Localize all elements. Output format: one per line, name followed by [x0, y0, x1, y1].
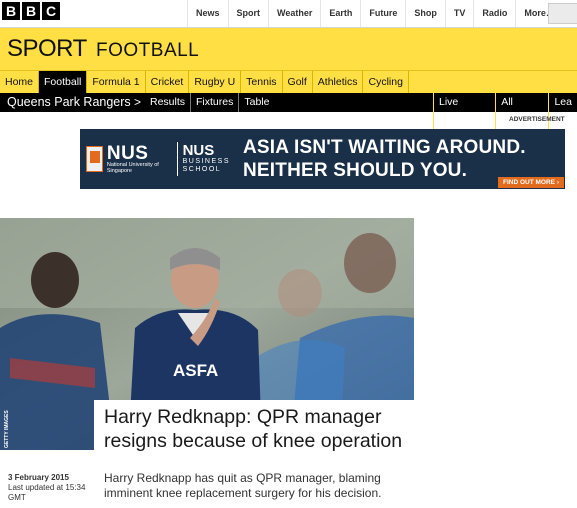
shirt-sponsor-text: ASFA	[173, 361, 218, 380]
nus-logo-text: NUS	[106, 142, 149, 164]
sport-nav-tennis[interactable]: Tennis	[241, 71, 283, 93]
team-link-results[interactable]: Results	[145, 93, 190, 112]
nav-radio[interactable]: Radio	[473, 0, 515, 27]
all-teams-link[interactable]: All Teams	[495, 93, 548, 131]
nav-sport[interactable]: Sport	[227, 0, 269, 27]
nus-crest-icon	[86, 146, 103, 172]
advertisement-label: ADVERTISEMENT	[509, 116, 565, 123]
ad-headline: ASIA ISN'T WAITING AROUND. NEITHER SHOUL…	[243, 136, 526, 182]
article-headline: Harry Redknapp: QPR manager resigns beca…	[104, 406, 403, 452]
photo-credit: GETTY IMAGES	[0, 400, 10, 450]
sport-nav-athletics[interactable]: Athletics	[313, 71, 364, 93]
nav-weather[interactable]: Weather	[268, 0, 320, 27]
sport-nav-formula1[interactable]: Formula 1	[87, 71, 146, 93]
headline-box: Harry Redknapp: QPR manager resigns beca…	[94, 400, 414, 459]
sport-nav-home[interactable]: Home	[0, 71, 40, 93]
bbc-logo-letter: B	[22, 2, 40, 20]
sport-nav-cricket[interactable]: Cricket	[146, 71, 190, 93]
sport-nav-cycling[interactable]: Cycling	[363, 71, 409, 93]
business-school-line1: BUSINESS	[182, 158, 230, 165]
ad-headline-line2: NEITHER SHOULD YOU.	[243, 160, 468, 181]
scores-links: Live Scores All Teams Lea	[433, 93, 577, 131]
business-school-logo-text: NUS	[182, 142, 215, 159]
article-summary: Harry Redknapp has quit as QPR manager, …	[104, 471, 382, 500]
last-updated: Last updated at 15:34 GMT	[8, 483, 86, 502]
bbc-global-bar: B B C News Sport Weather Earth Future Sh…	[0, 0, 577, 28]
nav-tv[interactable]: TV	[444, 0, 474, 27]
photo-credit-text: GETTY IMAGES	[4, 410, 10, 448]
team-bar: Queens Park Rangers > Results Fixtures T…	[0, 93, 577, 131]
nav-earth[interactable]: Earth	[320, 0, 360, 27]
sport-masthead: SPORT FOOTBALL	[0, 28, 577, 70]
sport-nav: Home Football Formula 1 Cricket Rugby U …	[0, 70, 577, 93]
ad-banner[interactable]: NUS National University of Singapore NUS…	[80, 129, 565, 189]
sport-nav-rugby-union[interactable]: Rugby U	[189, 71, 242, 93]
live-scores-link[interactable]: Live Scores	[433, 93, 495, 131]
leagues-link[interactable]: Lea	[548, 93, 577, 131]
article-meta: 3 February 2015 Last updated at 15:34 GM…	[8, 473, 98, 503]
nav-shop[interactable]: Shop	[405, 0, 445, 27]
bbc-logo[interactable]: B B C	[2, 2, 60, 20]
team-link-table[interactable]: Table	[238, 93, 274, 112]
team-link-fixtures[interactable]: Fixtures	[190, 93, 238, 112]
bbc-logo-letter: C	[42, 2, 60, 20]
bbc-global-nav: News Sport Weather Earth Future Shop TV …	[187, 0, 563, 27]
team-name-link[interactable]: Queens Park Rangers	[7, 95, 131, 109]
team-links: Results Fixtures Table	[145, 93, 274, 112]
article-date: 3 February 2015	[8, 473, 69, 482]
nus-logo: NUS National University of Singapore NUS…	[86, 137, 230, 181]
sport-nav-golf[interactable]: Golf	[283, 71, 313, 93]
nus-logo-subtext: National University of Singapore	[106, 161, 159, 174]
nav-future[interactable]: Future	[360, 0, 405, 27]
find-out-more-button[interactable]: FIND OUT MORE ›	[498, 177, 564, 188]
sport-title[interactable]: SPORT	[7, 35, 87, 63]
business-school-line2: SCHOOL	[182, 166, 222, 173]
bbc-logo-letter: B	[2, 2, 20, 20]
nav-news[interactable]: News	[187, 0, 228, 27]
chevron-right-icon: >	[134, 95, 142, 109]
search-input[interactable]	[548, 3, 577, 24]
logo-divider	[176, 142, 178, 176]
ad-headline-line1: ASIA ISN'T WAITING AROUND.	[243, 137, 526, 158]
sport-nav-football[interactable]: Football	[39, 71, 88, 93]
section-title[interactable]: FOOTBALL	[96, 40, 199, 62]
